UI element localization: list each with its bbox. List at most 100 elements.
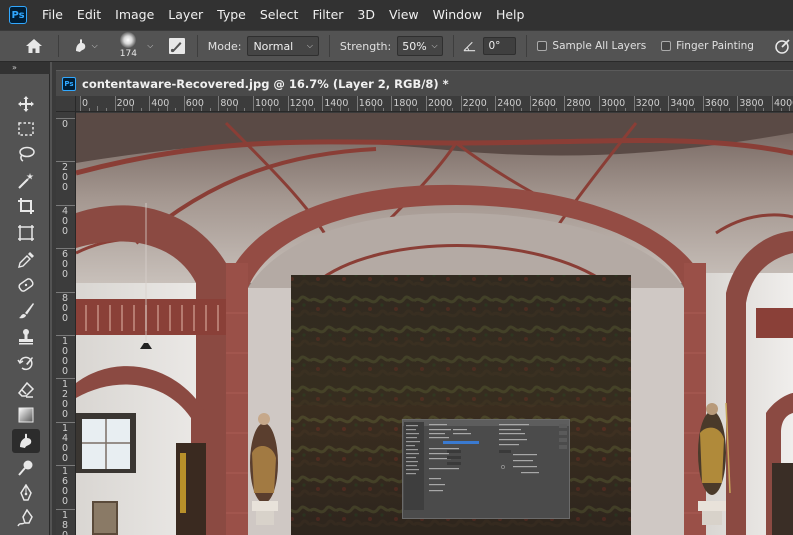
ruler-minor-tick xyxy=(88,108,90,111)
ruler-minor-tick xyxy=(131,106,133,111)
ruler-minor-tick xyxy=(451,108,453,111)
options-divider xyxy=(196,35,198,57)
ruler-minor-tick xyxy=(555,108,557,111)
options-divider xyxy=(452,35,454,57)
ruler-minor-tick xyxy=(348,108,350,111)
panel-collapse-button[interactable]: » xyxy=(0,62,50,74)
mode-select[interactable]: Normal ⌵ xyxy=(247,36,319,56)
menu-filter[interactable]: Filter xyxy=(305,0,350,30)
menu-edit[interactable]: Edit xyxy=(70,0,108,30)
brush-preset-picker[interactable]: 174 xyxy=(113,31,143,61)
lasso-tool[interactable] xyxy=(12,142,40,166)
menu-help[interactable]: Help xyxy=(489,0,532,30)
menu-3d[interactable]: 3D xyxy=(350,0,382,30)
rect-marquee-icon xyxy=(18,122,34,136)
chevron-down-icon[interactable]: ⌵ xyxy=(147,41,153,51)
chevron-down-icon: ⌵ xyxy=(306,41,313,50)
eraser-tool[interactable] xyxy=(12,378,40,402)
gradient-icon xyxy=(18,407,34,423)
ruler-minor-tick xyxy=(261,108,263,111)
smudge-icon xyxy=(20,433,32,448)
ruler-tick-label: 400 xyxy=(61,205,69,237)
ruler-tick-label: 2600 xyxy=(531,98,556,109)
ruler-minor-tick xyxy=(105,108,107,111)
magic-wand-tool[interactable] xyxy=(12,169,40,193)
menu-file[interactable]: File xyxy=(35,0,70,30)
menu-type[interactable]: Type xyxy=(210,0,253,30)
ruler-minor-tick xyxy=(590,108,592,111)
brush-settings-toggle[interactable] xyxy=(166,32,186,60)
ruler-tick xyxy=(253,96,254,111)
ruler-minor-tick xyxy=(685,106,687,111)
crop-tool[interactable] xyxy=(12,194,40,218)
menu-bar: Ps File Edit Image Layer Type Select Fil… xyxy=(0,0,793,30)
menu-layer[interactable]: Layer xyxy=(161,0,210,30)
move-tool[interactable] xyxy=(12,92,40,116)
ruler-minor-tick xyxy=(157,108,159,111)
photoshop-window: Ps File Edit Image Layer Type Select Fil… xyxy=(0,0,793,535)
freeform-pen-tool[interactable] xyxy=(12,506,40,530)
ruler-tick-label: 3200 xyxy=(635,98,660,109)
brush-tool[interactable] xyxy=(12,299,40,323)
marquee-tool[interactable] xyxy=(12,117,40,141)
home-button[interactable] xyxy=(20,31,48,61)
ruler-minor-tick xyxy=(503,108,505,111)
chevron-down-icon: ⌵ xyxy=(431,41,438,50)
options-divider xyxy=(57,35,59,57)
ruler-minor-tick xyxy=(720,106,722,111)
menu-select[interactable]: Select xyxy=(253,0,306,30)
history-brush-tool[interactable] xyxy=(12,351,40,375)
ruler-minor-tick xyxy=(166,106,168,111)
pressure-icon xyxy=(775,39,790,54)
menu-image[interactable]: Image xyxy=(108,0,161,30)
frame-tool[interactable] xyxy=(12,221,40,245)
ruler-tick xyxy=(183,96,185,111)
embedded-dialog-content xyxy=(404,422,567,510)
vertical-ruler[interactable]: 020040060080010001200140016001800 xyxy=(56,112,76,535)
ruler-minor-tick xyxy=(374,106,376,111)
ruler-minor-tick xyxy=(123,108,125,111)
document-title: contentaware-Recovered.jpg @ 16.7% (Laye… xyxy=(82,76,449,91)
ruler-minor-tick xyxy=(607,108,609,111)
dodge-tool[interactable] xyxy=(12,456,40,480)
finger-painting-checkbox[interactable]: Finger Painting xyxy=(661,40,754,52)
menu-window[interactable]: Window xyxy=(426,0,489,30)
ruler-origin[interactable] xyxy=(56,96,76,112)
document-area: Ps contentaware-Recovered.jpg @ 16.7% (L… xyxy=(52,62,793,535)
ruler-tick-label: 3600 xyxy=(704,98,729,109)
angle-input[interactable]: 0° xyxy=(482,37,517,55)
sample-all-layers-label: Sample All Layers xyxy=(552,40,647,52)
ps-logo-icon[interactable]: Ps xyxy=(9,6,27,24)
healing-tool[interactable] xyxy=(12,273,40,297)
image-canvas[interactable] xyxy=(76,113,793,535)
eyedropper-icon xyxy=(18,252,34,268)
ruler-minor-tick xyxy=(573,108,575,111)
pressure-toggle-button[interactable] xyxy=(773,32,793,60)
ruler-minor-tick xyxy=(313,108,315,111)
ruler-minor-tick xyxy=(400,108,402,111)
ruler-minor-tick xyxy=(746,108,748,111)
ruler-tick-label: 1600 xyxy=(61,466,69,508)
pen-tool[interactable] xyxy=(12,481,40,505)
ruler-minor-tick xyxy=(538,108,540,111)
eyedropper-tool[interactable] xyxy=(12,248,40,272)
document-tab[interactable]: Ps contentaware-Recovered.jpg @ 16.7% (L… xyxy=(56,70,793,96)
stamp-icon xyxy=(19,329,33,345)
menu-view[interactable]: View xyxy=(382,0,426,30)
tool-preset-picker[interactable]: ⌵ xyxy=(69,32,101,60)
gradient-tool[interactable] xyxy=(12,403,40,427)
strength-input[interactable]: 50% ⌵ xyxy=(397,36,443,56)
smudge-preset-icon xyxy=(75,39,85,52)
sample-all-layers-checkbox[interactable]: Sample All Layers xyxy=(537,40,646,52)
ruler-tick xyxy=(114,96,116,111)
smudge-tool[interactable] xyxy=(12,429,40,453)
ruler-minor-tick xyxy=(408,106,410,111)
stamp-tool[interactable] xyxy=(12,325,40,349)
finger-painting-label: Finger Painting xyxy=(676,40,754,52)
healing-icon xyxy=(18,278,34,292)
horizontal-ruler[interactable]: 0 200 400 600 800 1000 1200 1400 1600 1800 2000 220… xyxy=(76,96,793,112)
ruler-tick xyxy=(391,96,393,111)
ruler-tick-label: 800 xyxy=(61,292,69,324)
ruler-tick-label: 1200 xyxy=(61,379,69,421)
eraser-icon xyxy=(17,381,35,398)
